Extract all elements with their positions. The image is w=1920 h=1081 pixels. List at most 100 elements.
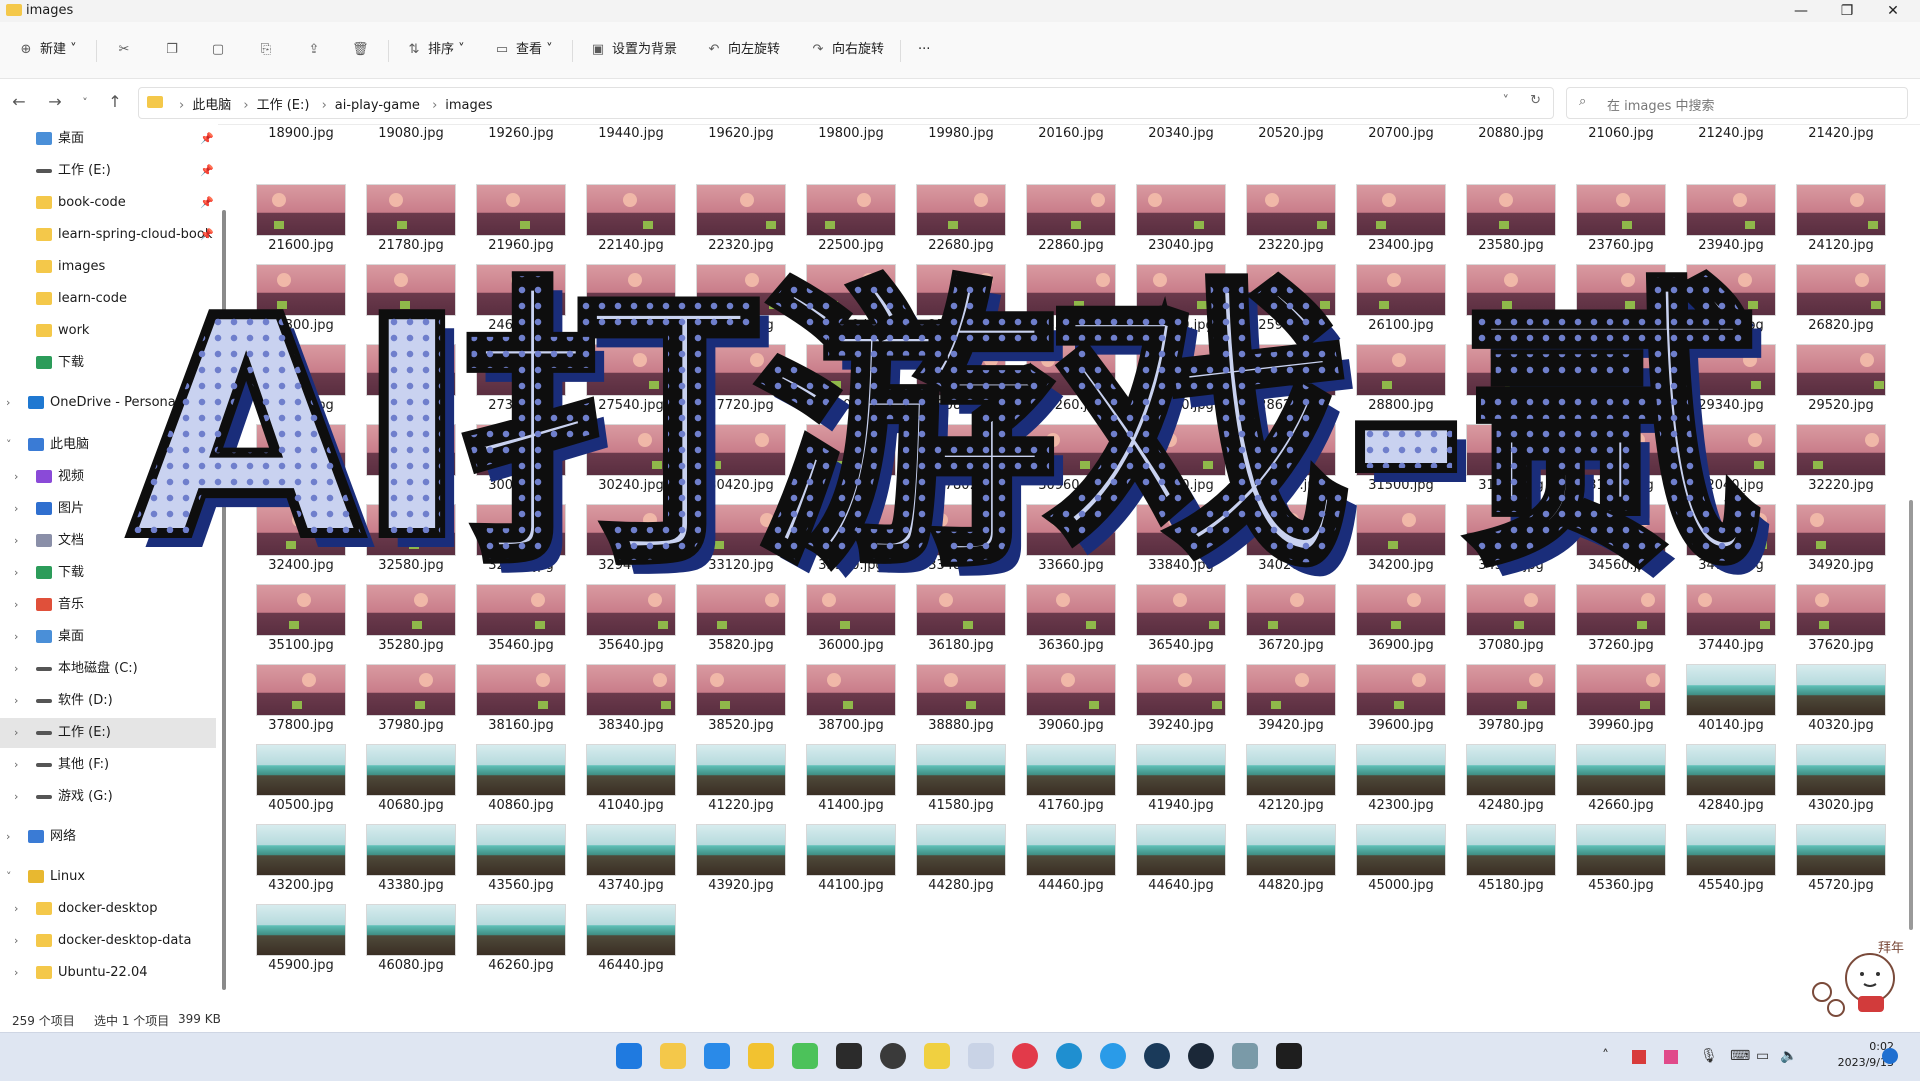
file-tile[interactable]: 36720.jpg xyxy=(1226,584,1336,664)
file-tile[interactable]: 34200.jpg xyxy=(1336,504,1446,584)
chevron-up-icon[interactable]: ˄ xyxy=(1602,1048,1609,1064)
file-tile[interactable]: 39600.jpg xyxy=(1336,664,1446,744)
file-tile[interactable]: 21960.jpg xyxy=(456,184,566,264)
file-tile[interactable]: 22320.jpg xyxy=(676,184,786,264)
notification-badge[interactable] xyxy=(1882,1048,1898,1064)
file-tile[interactable]: 33840.jpg xyxy=(1116,504,1226,584)
file-tile[interactable]: 29700.jpg xyxy=(236,424,346,504)
sidebar-item[interactable]: 工作 (E:) 📌 xyxy=(0,156,216,186)
file-tile[interactable]: 37440.jpg xyxy=(1666,584,1776,664)
file-explorer-icon[interactable] xyxy=(660,1043,686,1069)
file-tile[interactable]: 31680.jpg xyxy=(1446,424,1556,504)
file-tile[interactable]: 30780.jpg xyxy=(896,424,1006,504)
file-tile[interactable]: 26640.jpg xyxy=(1666,264,1776,344)
file-tile[interactable]: 46260.jpg xyxy=(456,904,566,984)
file-tile[interactable]: 28440.jpg xyxy=(1116,344,1226,424)
sidebar-item[interactable]: 桌面 📌 xyxy=(0,124,216,154)
file-tile[interactable]: 38700.jpg xyxy=(786,664,896,744)
file-tile[interactable]: 46080.jpg xyxy=(346,904,456,984)
file-tile[interactable]: 23040.jpg xyxy=(1116,184,1226,264)
chevron-down-icon[interactable]: ˅ xyxy=(6,862,12,892)
file-tile[interactable]: 38520.jpg xyxy=(676,664,786,744)
chevron-down-icon[interactable]: ˅ xyxy=(1503,94,1510,109)
photos-icon[interactable] xyxy=(968,1043,994,1069)
sidebar-item[interactable]: images xyxy=(0,252,216,282)
file-tile[interactable]: 34920.jpg xyxy=(1776,504,1886,584)
game-icon[interactable] xyxy=(1232,1043,1258,1069)
file-tile[interactable]: 44640.jpg xyxy=(1116,824,1226,904)
file-tile[interactable]: 34020.jpg xyxy=(1226,504,1336,584)
file-tile[interactable]: 34560.jpg xyxy=(1556,504,1666,584)
file-tile[interactable]: 26460.jpg xyxy=(1556,264,1666,344)
file-tile[interactable]: 24840.jpg xyxy=(566,264,676,344)
file-tile[interactable]: 34380.jpg xyxy=(1446,504,1556,584)
file-tile[interactable]: 38880.jpg xyxy=(896,664,1006,744)
breadcrumb-item[interactable]: 此电脑 xyxy=(192,98,231,113)
file-tile[interactable]: 28800.jpg xyxy=(1336,344,1446,424)
file-tile[interactable]: 43740.jpg xyxy=(566,824,676,904)
file-tile[interactable]: 40860.jpg xyxy=(456,744,566,824)
chevron-right-icon[interactable]: › xyxy=(14,526,18,556)
search-input[interactable]: 在 images 中搜索 xyxy=(1607,95,1715,114)
file-tile[interactable]: 42480.jpg xyxy=(1446,744,1556,824)
file-tile[interactable]: 19440.jpg xyxy=(566,124,676,168)
tray-app-icon[interactable] xyxy=(1664,1050,1678,1064)
file-tile[interactable]: 23940.jpg xyxy=(1666,184,1776,264)
file-tile[interactable]: 45540.jpg xyxy=(1666,824,1776,904)
file-tile[interactable]: 35820.jpg xyxy=(676,584,786,664)
file-tile[interactable]: 30420.jpg xyxy=(676,424,786,504)
app-icon[interactable] xyxy=(1100,1043,1126,1069)
file-tile[interactable]: 28980.jpg xyxy=(1446,344,1556,424)
file-tile[interactable]: 21240.jpg xyxy=(1666,124,1776,168)
file-tile[interactable]: 27540.jpg xyxy=(566,344,676,424)
file-tile[interactable]: 43380.jpg xyxy=(346,824,456,904)
file-tile[interactable]: 21420.jpg xyxy=(1776,124,1886,168)
copy-button[interactable]: ❐ xyxy=(164,38,186,62)
file-tile[interactable]: 21060.jpg xyxy=(1556,124,1666,168)
file-tile[interactable]: 42660.jpg xyxy=(1556,744,1666,824)
file-tile[interactable]: 29340.jpg xyxy=(1666,344,1776,424)
file-tile[interactable]: 32760.jpg xyxy=(456,504,566,584)
file-tile[interactable]: 43200.jpg xyxy=(236,824,346,904)
file-tile[interactable]: 39420.jpg xyxy=(1226,664,1336,744)
file-tile[interactable]: 39240.jpg xyxy=(1116,664,1226,744)
sidebar-item[interactable]: work xyxy=(0,316,216,346)
file-tile[interactable]: 37800.jpg xyxy=(236,664,346,744)
app-icon[interactable] xyxy=(748,1043,774,1069)
file-tile[interactable]: 35100.jpg xyxy=(236,584,346,664)
file-tile[interactable]: 28080.jpg xyxy=(896,344,1006,424)
sidebar-item[interactable]: learn-spring-cloud-book 📌 xyxy=(0,220,216,250)
file-tile[interactable]: 36540.jpg xyxy=(1116,584,1226,664)
sidebar-item[interactable]: ˅ Linux xyxy=(0,862,216,892)
rename-button[interactable]: ⎘ xyxy=(258,38,280,62)
file-tile[interactable]: 29160.jpg xyxy=(1556,344,1666,424)
file-tile[interactable]: 33660.jpg xyxy=(1006,504,1116,584)
address-bar[interactable]: › 此电脑 › 工作 (E:) › ai-play-game › images ˅ ↻ xyxy=(138,87,1554,119)
new-button[interactable]: ⊕ 新建 ˅ xyxy=(18,38,77,62)
start-icon[interactable] xyxy=(616,1043,642,1069)
file-tile[interactable]: 40680.jpg xyxy=(346,744,456,824)
file-tile[interactable]: 31860.jpg xyxy=(1556,424,1666,504)
file-tile[interactable]: 19620.jpg xyxy=(676,124,786,168)
file-tile[interactable]: 43920.jpg xyxy=(676,824,786,904)
chevron-right-icon[interactable]: › xyxy=(14,782,18,812)
chevron-right-icon[interactable]: › xyxy=(14,894,18,924)
file-tile[interactable]: 19080.jpg xyxy=(346,124,456,168)
file-tile[interactable]: 35460.jpg xyxy=(456,584,566,664)
file-tile[interactable]: 27180.jpg xyxy=(346,344,456,424)
chevron-right-icon[interactable]: › xyxy=(14,750,18,780)
file-tile[interactable]: 24660.jpg xyxy=(456,264,566,344)
file-tile[interactable]: 24120.jpg xyxy=(1776,184,1886,264)
volume-icon[interactable]: 🔈 xyxy=(1780,1048,1797,1064)
sidebar-item[interactable]: › 图片 xyxy=(0,494,216,524)
file-tile[interactable]: 41400.jpg xyxy=(786,744,896,824)
file-tile[interactable]: 27000.jpg xyxy=(236,344,346,424)
file-tile[interactable]: 32940.jpg xyxy=(566,504,676,584)
file-tile[interactable]: 33480.jpg xyxy=(896,504,1006,584)
file-tile[interactable]: 42840.jpg xyxy=(1666,744,1776,824)
file-tile[interactable]: 45000.jpg xyxy=(1336,824,1446,904)
file-tile[interactable]: 43020.jpg xyxy=(1776,744,1886,824)
refresh-icon[interactable]: ↻ xyxy=(1530,93,1541,108)
file-tile[interactable]: 36180.jpg xyxy=(896,584,1006,664)
sidebar-item[interactable]: ˅ 此电脑 xyxy=(0,430,216,460)
